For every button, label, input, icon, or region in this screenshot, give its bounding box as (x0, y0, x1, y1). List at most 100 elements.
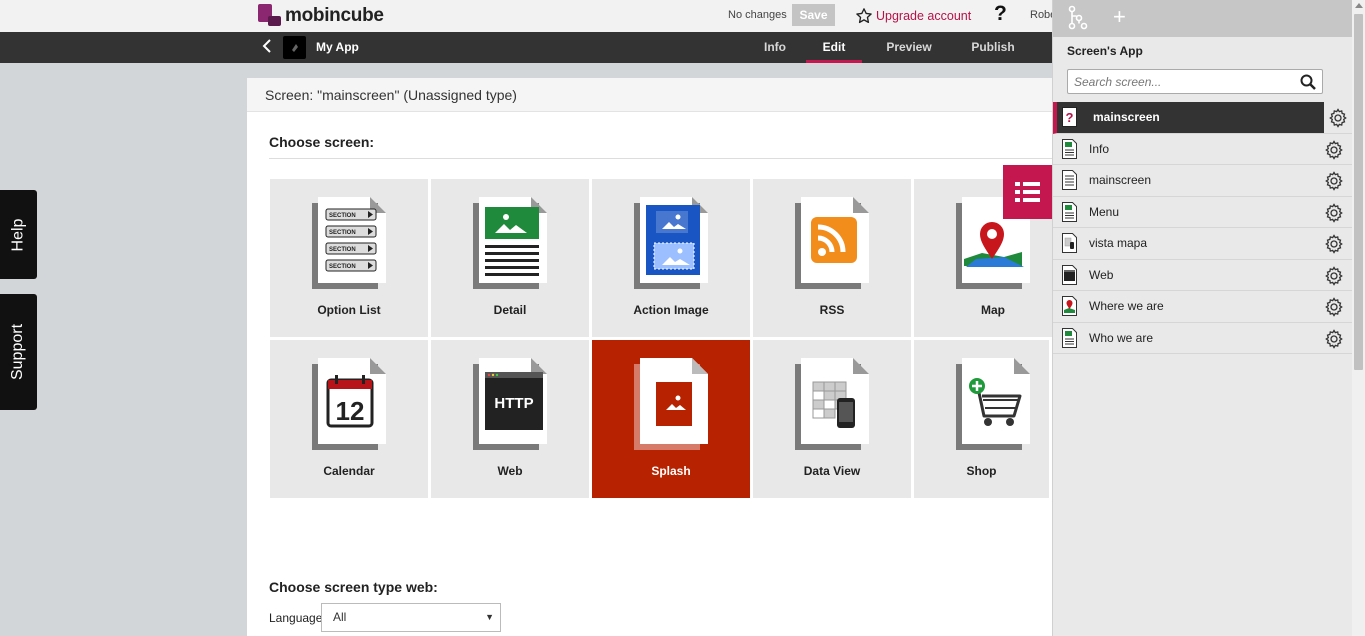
detail-screen-icon (1062, 201, 1077, 222)
gear-icon[interactable] (1324, 328, 1344, 349)
logo[interactable]: mobincube (258, 3, 384, 29)
calendar-day: 12 (336, 396, 365, 426)
tile-calendar[interactable]: 12 Calendar (270, 340, 428, 498)
search-icon[interactable] (1300, 74, 1316, 90)
tile-label: Shop (966, 464, 997, 478)
tile-label: Option List (317, 303, 381, 317)
tab-info[interactable]: Info (750, 32, 800, 63)
screen-item-who-we-are[interactable]: Who we are (1053, 323, 1353, 354)
text-screen-icon (1062, 170, 1077, 190)
support-side-tab[interactable]: Support (0, 294, 37, 410)
tile-label: Data View (803, 464, 861, 478)
gear-icon[interactable] (1324, 202, 1344, 223)
save-button[interactable]: Save (792, 4, 835, 26)
upgrade-account-label: Upgrade account (876, 9, 972, 23)
tile-web[interactable]: HTTP Web (431, 340, 589, 498)
tile-shop[interactable]: Shop (914, 340, 1049, 498)
tile-rss[interactable]: RSS (753, 179, 911, 337)
tile-option-list[interactable]: SECTION SECTION SECTION SECTION Option L… (270, 179, 428, 337)
tile-label: Splash (651, 464, 691, 478)
screen-item-label: Info (1089, 141, 1110, 156)
screen-item-mainscreen[interactable]: mainscreen (1053, 165, 1353, 197)
screen-header: Screen: "mainscreen" (Unassigned type) (247, 78, 1052, 112)
web-icon: HTTP (473, 358, 547, 450)
screen-item-label: mainscreen (1093, 110, 1160, 125)
screen-item-label: vista mapa (1089, 236, 1148, 251)
scrollbar-thumb[interactable] (1354, 14, 1363, 370)
scroll-up-arrow-icon[interactable] (1355, 3, 1363, 8)
section-label: SECTION (329, 247, 356, 253)
tile-splash[interactable]: Splash (592, 340, 750, 498)
detail-icon (473, 197, 547, 289)
screen-item-label: Menu (1089, 204, 1120, 219)
help-side-tab-label: Help (9, 218, 27, 251)
gear-icon[interactable] (1324, 234, 1344, 254)
calendar-icon: 12 (312, 358, 386, 450)
tree-icon[interactable] (1067, 5, 1089, 36)
tab-publish[interactable]: Publish (962, 32, 1024, 63)
tile-data-view[interactable]: Data View (753, 340, 911, 498)
shop-icon (956, 358, 1030, 450)
option-list-icon: SECTION SECTION SECTION SECTION (312, 197, 386, 289)
help-side-tab[interactable]: Help (0, 190, 37, 279)
splash-icon (634, 358, 708, 450)
tile-label: RSS (819, 303, 845, 317)
upgrade-account-link[interactable]: Upgrade account (855, 7, 971, 25)
app-nav-bar: My App Info Edit Preview Publish (0, 32, 1052, 63)
choose-screen-type-web-title: Choose screen type web: (269, 579, 438, 595)
tile-detail[interactable]: Detail (431, 179, 589, 337)
gear-icon[interactable] (1324, 139, 1344, 160)
tile-label: Map (981, 303, 1005, 317)
detail-screen-icon (1062, 327, 1077, 348)
screen-item-label: mainscreen (1089, 173, 1152, 188)
screen-item-where-we-are[interactable]: Where we are (1053, 291, 1353, 323)
support-side-tab-label: Support (9, 323, 27, 381)
screen-item-web[interactable]: Web (1053, 260, 1353, 291)
language-label: Language (269, 611, 323, 625)
unassigned-screen-icon: ? (1062, 107, 1077, 127)
app-name[interactable]: My App (316, 40, 359, 54)
screen-list: ? mainscreen Info mainscreen Menu vista … (1053, 102, 1353, 354)
search-screen-box (1067, 69, 1323, 94)
search-screen-input[interactable] (1068, 70, 1288, 93)
gear-icon[interactable] (1324, 265, 1344, 286)
gear-icon[interactable] (1324, 297, 1344, 317)
panel-toolbar: + (1053, 0, 1352, 37)
caret-down-icon: ▼ (485, 612, 494, 622)
star-icon (856, 8, 872, 24)
screen-list-toggle-button[interactable] (1003, 165, 1052, 219)
tile-label: Calendar (323, 464, 375, 478)
gear-icon[interactable] (1328, 108, 1348, 128)
web-icon-text: HTTP (494, 395, 533, 412)
page-scrollbar[interactable] (1352, 0, 1365, 636)
data-view-screen-icon (1062, 233, 1077, 253)
svg-text:?: ? (1066, 110, 1074, 125)
language-select[interactable]: All ▼ (321, 603, 501, 632)
section-label: SECTION (329, 264, 356, 270)
logo-text: mobincube (285, 5, 384, 26)
screen-item-mainscreen-active[interactable]: ? mainscreen (1053, 102, 1353, 134)
screen-item-menu[interactable]: Menu (1053, 197, 1353, 228)
section-label: SECTION (329, 230, 356, 236)
tile-label: Detail (493, 303, 527, 317)
tab-preview[interactable]: Preview (876, 32, 942, 63)
screen-item-vista-mapa[interactable]: vista mapa (1053, 228, 1353, 260)
tab-edit[interactable]: Edit (806, 32, 862, 63)
panel-title: Screen's App (1067, 44, 1143, 58)
section-label: SECTION (329, 213, 356, 219)
screen-editor: Screen: "mainscreen" (Unassigned type) C… (247, 78, 1072, 636)
list-icon (1015, 182, 1040, 202)
tile-action-image[interactable]: Action Image (592, 179, 750, 337)
add-screen-plus-icon[interactable]: + (1113, 4, 1126, 30)
detail-screen-icon (1062, 138, 1077, 159)
app-thumbnail[interactable] (283, 36, 306, 59)
tile-label: Web (497, 464, 523, 478)
screens-panel: + Screen's App ? mainscreen Info mainscr… (1052, 0, 1353, 636)
help-question-icon[interactable]: ? (994, 2, 1007, 26)
back-chevron-icon[interactable] (262, 38, 272, 59)
screen-item-label: Web (1089, 267, 1114, 282)
save-status: No changes (728, 9, 787, 21)
screen-item-info[interactable]: Info (1053, 134, 1353, 165)
gear-icon[interactable] (1324, 171, 1344, 191)
rss-icon (795, 197, 869, 289)
